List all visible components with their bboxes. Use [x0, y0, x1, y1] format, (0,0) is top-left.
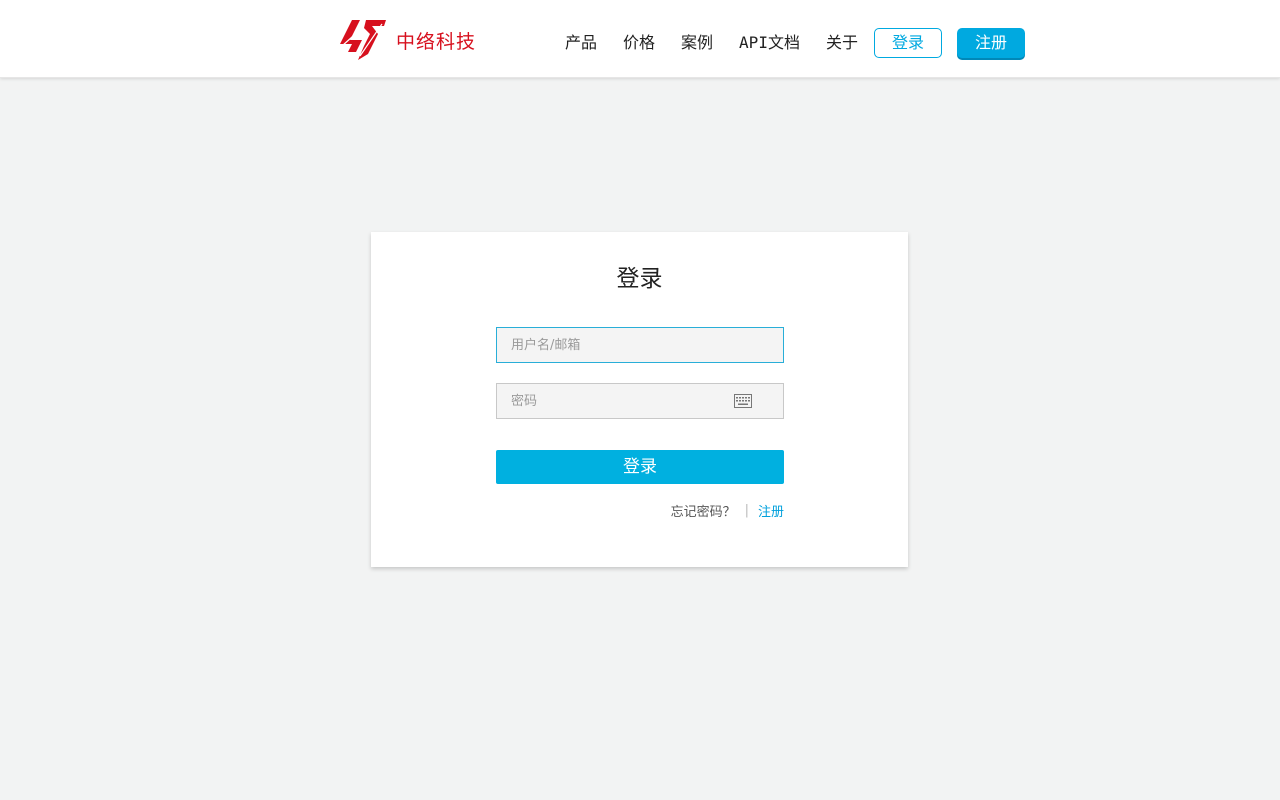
login-title: 登录	[616, 266, 663, 292]
keyboard-icon[interactable]	[734, 394, 752, 408]
login-links: 忘记密码？ | 注册	[671, 501, 784, 520]
brand-name: 中络科技	[396, 30, 477, 53]
username-field-wrapper	[496, 327, 784, 363]
nav-item-cases[interactable]: 案例	[681, 28, 713, 58]
nav-item-about[interactable]: 关于	[826, 28, 858, 58]
password-field-wrapper	[496, 383, 784, 419]
logo-mark-icon	[340, 20, 386, 60]
username-input[interactable]	[497, 328, 783, 362]
nav-item-api-docs[interactable]: API文档	[739, 28, 800, 58]
header-login-button[interactable]: 登录	[873, 28, 942, 58]
login-card: 登录 登录 忘记密码？ | 注册	[371, 232, 908, 567]
register-link[interactable]: 注册	[758, 501, 784, 520]
link-separator: |	[744, 503, 749, 518]
forgot-password-link[interactable]: 忘记密码？	[671, 501, 736, 520]
login-submit-button[interactable]: 登录	[496, 450, 784, 484]
top-header: 中络科技 产品 价格 案例 API文档 关于 登录 注册	[0, 0, 1280, 78]
header-register-button[interactable]: 注册	[956, 28, 1025, 58]
nav-item-pricing[interactable]: 价格	[623, 28, 655, 58]
main-nav: 产品 价格 案例 API文档 关于 登录 注册	[565, 28, 1025, 58]
brand-logo[interactable]: 中络科技	[340, 16, 476, 64]
nav-item-products[interactable]: 产品	[565, 28, 597, 58]
